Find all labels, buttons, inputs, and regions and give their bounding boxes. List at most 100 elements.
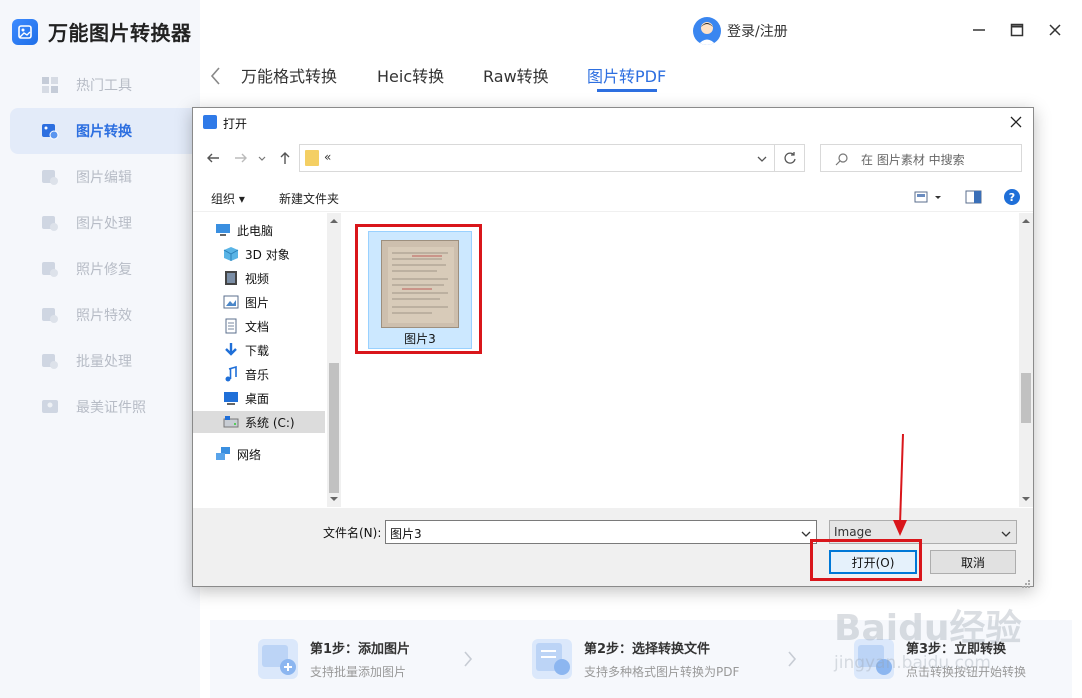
navigation-pane: 此电脑 3D 对象 视频 图片 文档 下载 音乐 桌面 系统 (C:) 网络 — [193, 213, 341, 507]
watermark-subtext: jingyan.baidu.com — [833, 653, 991, 673]
step-1: 第1步：添加图片 支持批量添加图片 — [258, 620, 410, 698]
tree-item-network[interactable]: 网络 — [193, 443, 325, 465]
chevron-right-icon — [786, 650, 798, 668]
sidebar-item-label: 图片转换 — [76, 124, 132, 140]
tree-item-label: 下载 — [245, 343, 270, 358]
address-bar[interactable]: « — [299, 144, 775, 172]
sidebar-item-label: 照片特效 — [76, 308, 132, 324]
dialog-close-icon[interactable] — [1007, 113, 1025, 131]
dialog-app-icon — [203, 115, 217, 129]
step-title: 第2步：选择转换文件 — [584, 642, 711, 657]
minimize-icon[interactable] — [971, 22, 987, 38]
annotation-arrow-icon — [889, 432, 913, 538]
tree-item-documents[interactable]: 文档 — [193, 315, 325, 337]
recent-locations-icon[interactable] — [257, 150, 267, 166]
document-icon — [225, 318, 237, 334]
tree-item-pictures[interactable]: 图片 — [193, 291, 325, 313]
maximize-icon[interactable] — [1009, 22, 1025, 38]
chevron-left-icon[interactable] — [208, 66, 224, 86]
tree-item-label: 系统 (C:) — [245, 415, 295, 430]
tree-item-music[interactable]: 音乐 — [193, 363, 325, 385]
nav-scroll-thumb[interactable] — [329, 363, 339, 493]
tree-item-videos[interactable]: 视频 — [193, 267, 325, 289]
batch-icon — [40, 351, 60, 371]
sidebar-item-batch[interactable]: 批量处理 — [10, 338, 200, 384]
image-edit-icon — [40, 167, 60, 187]
sidebar-item-label: 图片编辑 — [76, 170, 132, 186]
back-arrow-icon[interactable] — [205, 150, 221, 166]
tab-image-to-pdf[interactable]: 图片转PDF — [587, 63, 666, 87]
chevron-down-icon[interactable] — [756, 151, 768, 165]
search-icon — [835, 151, 849, 166]
grid-icon — [40, 75, 60, 95]
nav-scrollbar[interactable] — [327, 213, 341, 507]
search-input[interactable]: 在 图片素材 中搜索 — [820, 144, 1022, 172]
sidebar-item-image-process[interactable]: 图片处理 — [10, 200, 200, 246]
dialog-title: 打开 — [223, 117, 248, 131]
chevron-down-icon[interactable] — [800, 526, 812, 540]
app-title: 万能图片转换器 — [48, 21, 192, 45]
folder-icon — [305, 150, 319, 166]
sidebar-item-label: 热门工具 — [76, 78, 132, 94]
tab-heic[interactable]: Heic转换 — [377, 63, 444, 87]
highlight-file-annotation — [355, 224, 482, 354]
forward-arrow-icon[interactable] — [233, 150, 249, 166]
sidebar-item-hot-tools[interactable]: 热门工具 — [10, 62, 200, 108]
preview-pane-icon[interactable] — [965, 188, 983, 206]
tree-item-label: 音乐 — [245, 367, 270, 382]
active-tab-indicator — [597, 89, 657, 92]
download-icon — [225, 343, 237, 356]
sidebar-item-label: 批量处理 — [76, 354, 132, 370]
sidebar-item-photo-effect[interactable]: 照片特效 — [10, 292, 200, 338]
chevron-right-icon — [462, 650, 474, 668]
tree-item-this-pc[interactable]: 此电脑 — [193, 219, 325, 241]
chevron-down-icon[interactable] — [1000, 526, 1012, 540]
new-folder-button[interactable]: 新建文件夹 — [279, 190, 339, 207]
view-options-icon[interactable] — [913, 188, 947, 206]
close-icon[interactable] — [1047, 22, 1063, 38]
tree-item-label: 桌面 — [245, 391, 270, 406]
add-image-icon — [258, 639, 298, 679]
tree-item-label: 文档 — [245, 319, 270, 334]
tree-item-3d-objects[interactable]: 3D 对象 — [193, 243, 325, 265]
tree-item-label: 视频 — [245, 271, 270, 286]
step-subtitle: 支持批量添加图片 — [310, 665, 407, 679]
sidebar-item-photo-repair[interactable]: 照片修复 — [10, 246, 200, 292]
network-icon — [216, 447, 230, 460]
brand: 万能图片转换器 — [12, 17, 192, 46]
sidebar-item-label: 照片修复 — [76, 262, 132, 278]
organize-button[interactable]: 组织 ▾ — [211, 190, 245, 207]
sidebar-item-id-photo[interactable]: 最美证件照 — [10, 384, 200, 430]
tab-universal-format[interactable]: 万能格式转换 — [241, 63, 337, 87]
command-bar: 组织 ▾ 新建文件夹 ? — [193, 182, 1033, 212]
cube-3d-icon — [223, 247, 239, 261]
side-nav: 热门工具 图片转换 图片编辑 图片处理 照片修复 照片特效 批量处理 最美证件照 — [10, 62, 200, 430]
tree-item-label: 图片 — [245, 295, 270, 310]
refresh-button[interactable] — [775, 144, 805, 172]
app-logo-icon — [12, 18, 38, 45]
address-row: « 在 图片素材 中搜索 — [193, 144, 1033, 174]
tree-item-desktop[interactable]: 桌面 — [193, 387, 325, 409]
tree-item-label: 3D 对象 — [245, 247, 290, 262]
sidebar-item-label: 最美证件照 — [76, 400, 146, 416]
cancel-button[interactable]: 取消 — [930, 550, 1016, 574]
photo-effect-icon — [40, 305, 60, 325]
scroll-up-icon — [1022, 219, 1030, 223]
sidebar-item-image-edit[interactable]: 图片编辑 — [10, 154, 200, 200]
tree-item-downloads[interactable]: 下载 — [193, 339, 325, 361]
image-convert-icon — [40, 121, 60, 141]
resize-grip-icon[interactable] — [1021, 574, 1031, 588]
tab-raw[interactable]: Raw转换 — [483, 63, 549, 87]
help-symbol: ? — [1009, 191, 1015, 204]
tree-item-system-c[interactable]: 系统 (C:) — [193, 411, 325, 433]
filename-field[interactable]: 图片3 — [385, 520, 817, 544]
content-scrollbar[interactable] — [1019, 213, 1033, 507]
scroll-down-icon — [330, 497, 338, 501]
sidebar-item-image-convert[interactable]: 图片转换 — [10, 108, 200, 154]
content-scroll-thumb[interactable] — [1021, 373, 1031, 423]
up-arrow-icon[interactable] — [277, 150, 293, 166]
login-button[interactable]: 登录/注册 — [693, 17, 788, 45]
help-icon[interactable]: ? — [1003, 188, 1021, 206]
desktop-icon — [224, 392, 238, 405]
baidu-watermark: Baidu经验 jingyan.baidu.com — [832, 596, 1042, 694]
